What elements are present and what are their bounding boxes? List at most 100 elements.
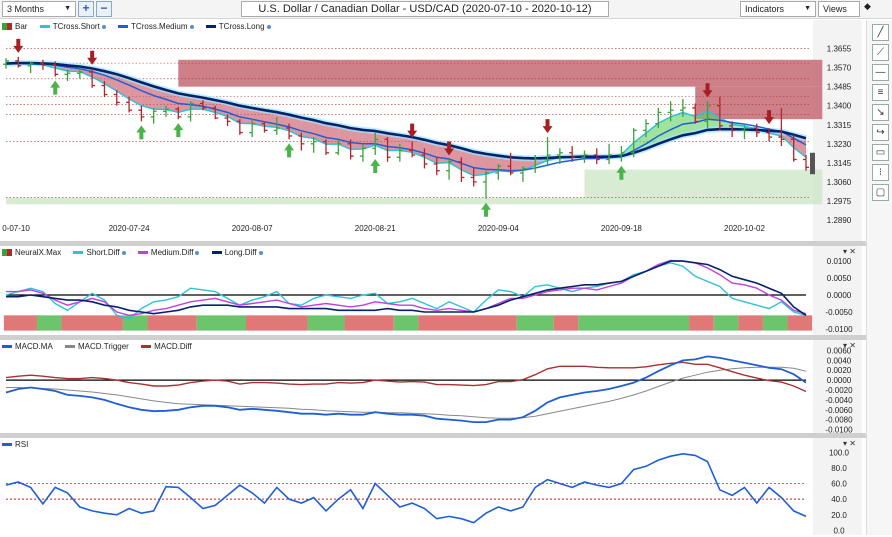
price-y-tick-label: 1.3145 — [827, 159, 852, 168]
price-x-tick-label: 2020-09-04 — [478, 224, 519, 233]
draw-line-icon[interactable]: ╱ — [872, 24, 889, 41]
legend-item-rsi[interactable]: RSI — [2, 440, 28, 449]
macd-y-tick-label: 0.0000 — [827, 376, 852, 385]
chevron-down-icon: ▼ — [804, 2, 811, 16]
trend-tool-icon[interactable]: ⟋ — [872, 44, 889, 61]
legend-item-bar[interactable]: Bar — [2, 22, 27, 31]
legend-item-short-diff[interactable]: Short.Diff — [73, 248, 125, 257]
curve-tool-icon[interactable]: ↪ — [872, 124, 889, 141]
panel-controls[interactable]: ▾ ✕ — [843, 439, 856, 448]
price-y-tick-label: 1.3060 — [827, 178, 852, 187]
dots-tool-icon[interactable]: ⁝ — [872, 164, 889, 181]
neuralx-band — [554, 315, 579, 330]
panel-controls[interactable]: ▾ ✕ — [843, 247, 856, 256]
neuralx-legend: NeuralX.Max Short.Diff Medium.Diff Long.… — [2, 248, 273, 257]
price-y-tick-label: 1.3230 — [827, 140, 852, 149]
price-y-tick-label: 1.3655 — [827, 45, 852, 54]
remove-chart-button[interactable]: − — [96, 1, 112, 17]
price-x-tick-label: 2020-07-24 — [109, 224, 150, 233]
neuralx-band — [788, 315, 813, 330]
macd-y-tick-label: 0.0040 — [827, 356, 852, 365]
pin-icon[interactable]: ◆ — [864, 1, 871, 12]
neuralx-y-tick-label: 0.0000 — [827, 291, 852, 300]
macd-legend: MACD.MA MACD.Trigger MACD.Diff — [2, 342, 202, 351]
legend-item-macd-ma[interactable]: MACD.MA — [2, 342, 53, 351]
macd-panel: MACD.MA MACD.Trigger MACD.Diff ▾ ✕ 0.006… — [0, 340, 862, 433]
fib-tool-icon[interactable]: ≡ — [872, 84, 889, 101]
neuralx-band — [344, 315, 393, 330]
rsi-legend: RSI — [2, 440, 38, 449]
neuralx-band — [246, 315, 308, 330]
neuralx-band — [578, 315, 689, 330]
price-scroll-handle — [810, 153, 815, 174]
cursor-icon[interactable]: ↘ — [872, 104, 889, 121]
rsi-y-tick-label: 40.0 — [831, 495, 847, 504]
views-dropdown[interactable]: Views▼ — [818, 1, 860, 17]
macd-y-tick-label: -0.0060 — [825, 406, 853, 415]
macd-ma-line — [6, 356, 806, 422]
legend-item-macd-diff[interactable]: MACD.Diff — [141, 342, 192, 351]
neuralx-band — [689, 315, 714, 330]
price-y-tick-label: 1.2975 — [827, 197, 852, 206]
legend-item-neuralx-max[interactable]: NeuralX.Max — [2, 248, 61, 257]
neuralx-band — [714, 315, 739, 330]
rsi-panel: RSI ▾ ✕ 100.080.060.040.020.00.0 — [0, 438, 862, 535]
toolbar: 3 Months ▼ + − U.S. Dollar / Canadian Dol… — [0, 0, 892, 19]
neuralx-y-tick-label: 0.0050 — [827, 274, 852, 283]
neuralx-band — [394, 315, 419, 330]
period-select-label: 3 Months — [7, 4, 44, 14]
legend-item-tcross-long[interactable]: TCross.Long — [206, 22, 271, 31]
neuralx-y-tick-label: 0.0100 — [827, 257, 852, 266]
chevron-down-icon: ▼ — [64, 2, 71, 16]
price-x-tick-label: 2020-08-21 — [355, 224, 396, 233]
rsi-y-tick-label: 0.0 — [833, 526, 845, 535]
legend-item-tcross-medium[interactable]: TCross.Medium — [118, 22, 193, 31]
price-x-tick-label: 2020-10-02 — [724, 224, 765, 233]
price-chart[interactable]: 1.3655 1.3570 1.3485 1.3400 1.3315 1.3230 1.31… — [0, 20, 862, 241]
rsi-y-tick-label: 20.0 — [831, 511, 847, 520]
rsi-y-tick-label: 60.0 — [831, 480, 847, 489]
panel-controls[interactable]: ▾ ✕ — [843, 341, 856, 350]
neuralx-y-tick-label: -0.0050 — [825, 308, 853, 317]
neuralx-y-tick-label: -0.0100 — [825, 325, 853, 334]
price-y-tick-label: 1.3570 — [827, 64, 852, 73]
line-tool-icon[interactable]: — — [872, 64, 889, 81]
price-y-tick-label: 1.2890 — [827, 216, 852, 225]
macd-chart[interactable]: 0.00600.00400.00200.0000-0.0020-0.0040-0… — [0, 340, 862, 433]
page-title: U.S. Dollar / Canadian Dollar - USD/CAD … — [241, 1, 609, 17]
neuralx-band — [738, 315, 763, 330]
legend-item-tcross-short[interactable]: TCross.Short — [40, 22, 106, 31]
neuralx-band — [4, 315, 41, 330]
resistance-zone — [178, 60, 822, 87]
price-y-tick-label: 1.3485 — [827, 83, 852, 92]
neuralx-band — [418, 315, 516, 330]
comment-icon[interactable]: ▢ — [872, 184, 889, 201]
price-x-tick-label: 2020-09-18 — [601, 224, 642, 233]
views-label: Views — [823, 4, 847, 14]
price-y-tick-label: 1.3315 — [827, 121, 852, 130]
macd-trigger-line — [6, 367, 806, 418]
neuralx-band — [61, 315, 123, 330]
macd-y-tick-label: -0.0040 — [825, 396, 853, 405]
neuralx-panel: NeuralX.Max Short.Diff Medium.Diff Long.… — [0, 246, 862, 335]
neuralx-band — [37, 315, 62, 330]
macd-y-tick-label: -0.0080 — [825, 416, 853, 425]
rsi-line — [6, 454, 806, 523]
rectangle-tool-icon[interactable]: ▭ — [872, 144, 889, 161]
bar-legend-icon — [2, 23, 12, 30]
rsi-chart[interactable]: 100.080.060.040.020.00.0 — [0, 438, 862, 535]
period-select[interactable]: 3 Months ▼ — [2, 1, 76, 17]
macd-y-tick-label: -0.0020 — [825, 386, 853, 395]
legend-item-medium-diff[interactable]: Medium.Diff — [138, 248, 200, 257]
price-x-tick-label: 0-07-10 — [2, 224, 30, 233]
neuralx-band — [517, 315, 554, 330]
support-zone — [6, 198, 822, 205]
neuralx-band — [148, 315, 197, 330]
price-legend: Bar TCross.Short TCross.Medium TCross.Lo… — [2, 22, 281, 31]
price-y-tick-label: 1.3400 — [827, 102, 852, 111]
neuralx-chart[interactable]: 0.0100 0.0050 0.0000 -0.0050 -0.0100 — [0, 246, 862, 335]
legend-item-long-diff[interactable]: Long.Diff — [212, 248, 263, 257]
add-chart-button[interactable]: + — [78, 1, 94, 17]
legend-item-macd-trigger[interactable]: MACD.Trigger — [65, 342, 129, 351]
indicators-dropdown[interactable]: Indicators▼ — [740, 1, 816, 17]
